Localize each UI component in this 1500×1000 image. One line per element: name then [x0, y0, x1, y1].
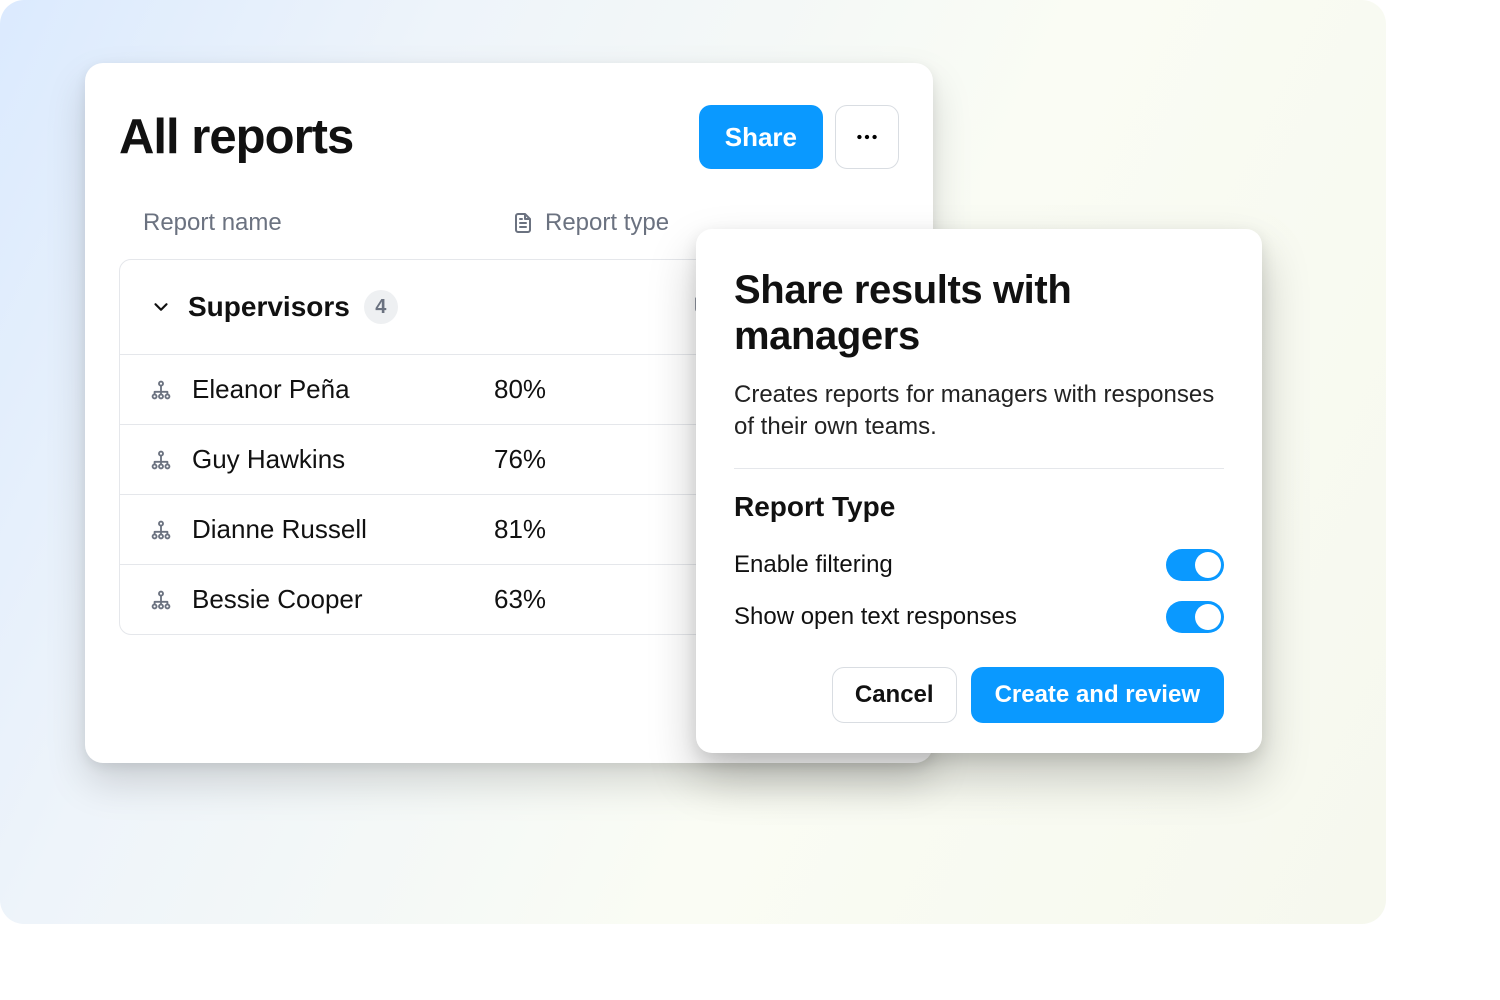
row-name: Guy Hawkins [192, 444, 494, 475]
toggle-enable-filtering[interactable] [1166, 549, 1224, 581]
share-dialog: Share results with managers Creates repo… [696, 229, 1262, 753]
create-and-review-button[interactable]: Create and review [971, 667, 1224, 723]
dialog-actions: Cancel Create and review [734, 667, 1224, 723]
reports-header: All reports Share [119, 105, 899, 209]
row-name: Bessie Cooper [192, 584, 494, 615]
row-value: 81% [494, 514, 546, 545]
more-actions-button[interactable] [835, 105, 899, 169]
row-value: 80% [494, 374, 546, 405]
toggle-label-filtering: Enable filtering [734, 551, 893, 579]
toggle-knob [1195, 552, 1221, 578]
org-icon [150, 379, 172, 401]
chevron-down-icon [150, 296, 172, 318]
org-icon [150, 589, 172, 611]
group-count-badge: 4 [364, 290, 398, 324]
share-button[interactable]: Share [699, 105, 823, 169]
dialog-description: Creates reports for managers with respon… [734, 379, 1224, 469]
toggle-label-opentext: Show open text responses [734, 603, 1017, 631]
row-value: 63% [494, 584, 546, 615]
header-actions: Share [699, 105, 899, 169]
row-value: 76% [494, 444, 546, 475]
background-stage: All reports Share Report name Report typ… [0, 0, 1386, 924]
toggle-knob [1195, 604, 1221, 630]
report-type-section-title: Report Type [734, 491, 1224, 523]
row-name: Eleanor Peña [192, 374, 494, 405]
column-name-header: Report name [143, 209, 511, 237]
page-title: All reports [119, 109, 353, 165]
toggle-open-text[interactable] [1166, 601, 1224, 633]
dialog-title: Share results with managers [734, 267, 1224, 359]
group-name: Supervisors [188, 291, 350, 323]
row-name: Dianne Russell [192, 514, 494, 545]
toggle-row-opentext: Show open text responses [734, 591, 1224, 643]
org-icon [150, 519, 172, 541]
toggle-row-filtering: Enable filtering [734, 539, 1224, 591]
column-type-label: Report type [545, 209, 669, 237]
org-icon [150, 449, 172, 471]
ellipsis-icon [854, 124, 880, 150]
column-type-header: Report type [511, 209, 669, 237]
cancel-button[interactable]: Cancel [832, 667, 957, 723]
file-icon [511, 211, 535, 235]
